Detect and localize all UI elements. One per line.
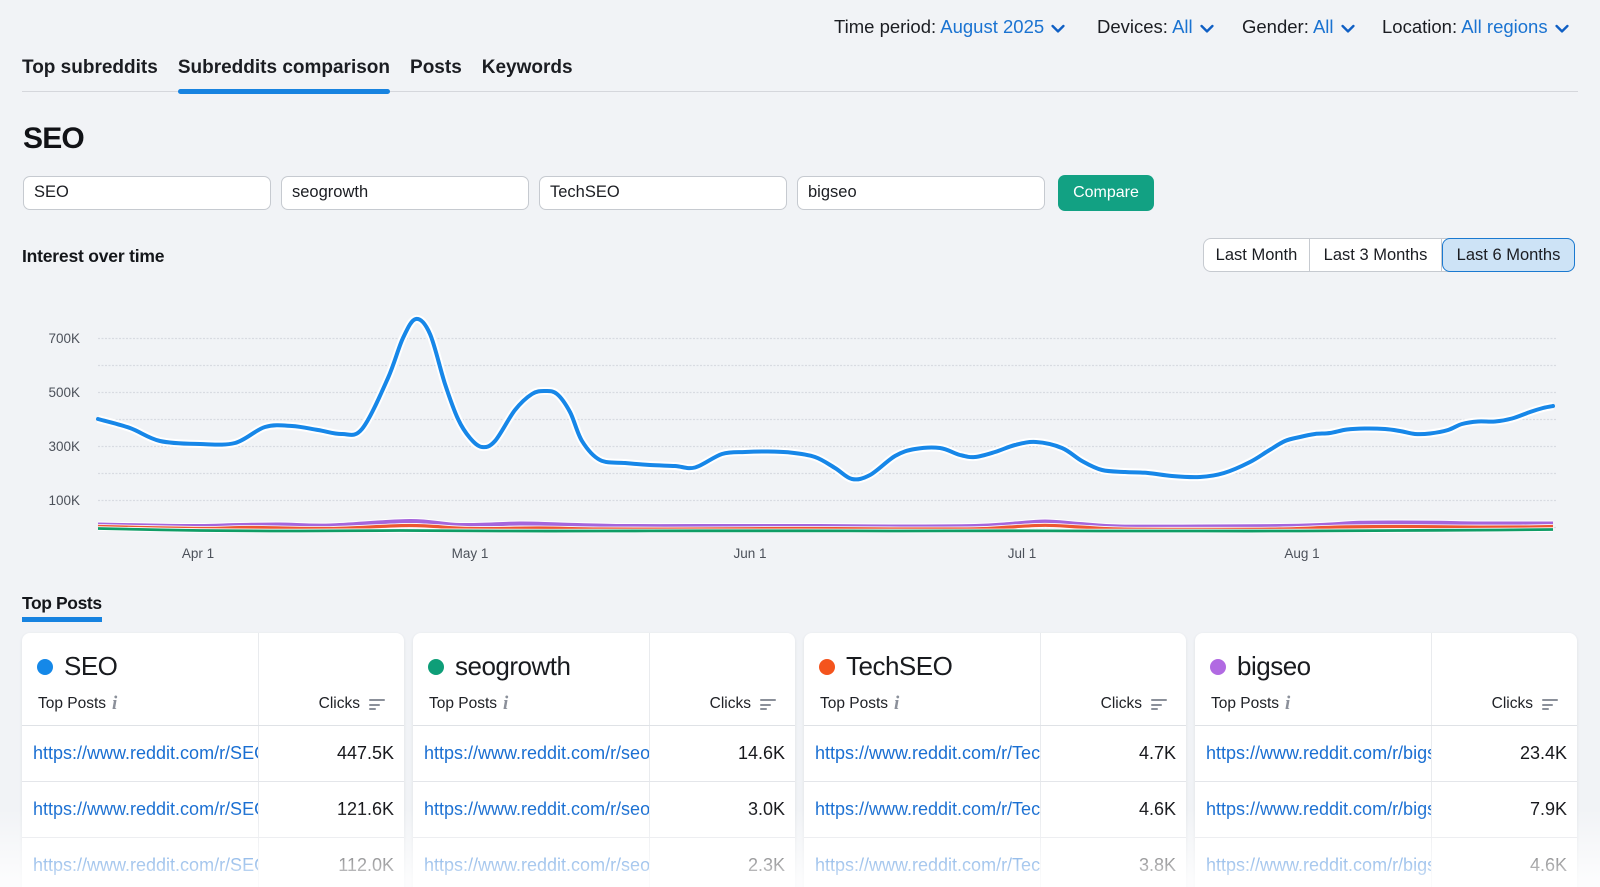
svg-text:Jun 1: Jun 1 bbox=[733, 546, 766, 561]
svg-text:700K: 700K bbox=[48, 331, 80, 346]
svg-text:100K: 100K bbox=[48, 493, 80, 508]
svg-text:300K: 300K bbox=[48, 439, 80, 454]
svg-text:Jul 1: Jul 1 bbox=[1008, 546, 1037, 561]
svg-text:Apr 1: Apr 1 bbox=[182, 546, 214, 561]
svg-text:Aug 1: Aug 1 bbox=[1284, 546, 1319, 561]
svg-text:May 1: May 1 bbox=[452, 546, 489, 561]
svg-text:500K: 500K bbox=[48, 385, 80, 400]
